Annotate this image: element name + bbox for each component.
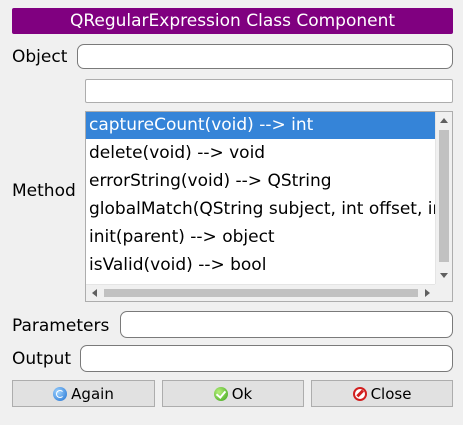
method-list-item[interactable]: errorString(void) --> QString bbox=[86, 167, 436, 195]
no-entry-icon bbox=[352, 386, 367, 401]
method-list-item[interactable]: init(parent) --> object bbox=[86, 223, 436, 251]
parameters-input[interactable] bbox=[120, 311, 453, 338]
check-icon bbox=[213, 386, 228, 401]
scroll-down-arrow-icon[interactable] bbox=[440, 273, 448, 278]
method-list-item[interactable]: delete(void) --> void bbox=[86, 139, 436, 167]
scroll-left-arrow-icon[interactable] bbox=[92, 289, 97, 297]
again-button[interactable]: Again bbox=[12, 380, 155, 407]
vertical-scrollbar[interactable] bbox=[435, 112, 452, 284]
close-button[interactable]: Close bbox=[311, 380, 453, 407]
vertical-scroll-thumb[interactable] bbox=[439, 130, 449, 262]
object-label: Object bbox=[12, 47, 68, 67]
horizontal-scroll-thumb[interactable] bbox=[104, 289, 418, 297]
again-button-label: Again bbox=[71, 384, 114, 403]
object-input[interactable] bbox=[77, 44, 453, 69]
scroll-right-arrow-icon[interactable] bbox=[425, 289, 430, 297]
method-filter-input[interactable] bbox=[85, 79, 453, 103]
scroll-up-arrow-icon[interactable] bbox=[440, 118, 448, 123]
method-list[interactable]: captureCount(void) --> int delete(void) … bbox=[85, 111, 453, 302]
close-button-label: Close bbox=[370, 384, 412, 403]
method-list-item[interactable]: globalMatch(QString subject, int offset,… bbox=[86, 195, 436, 223]
ok-button[interactable]: Ok bbox=[162, 380, 304, 407]
output-label: Output bbox=[12, 349, 72, 369]
method-list-item[interactable]: isValid(void) --> bool bbox=[86, 251, 436, 279]
method-list-item[interactable]: captureCount(void) --> int bbox=[86, 112, 436, 139]
scrollbar-corner bbox=[435, 284, 452, 301]
method-label: Method bbox=[12, 181, 76, 201]
horizontal-scrollbar[interactable] bbox=[86, 284, 436, 301]
ok-button-label: Ok bbox=[231, 384, 253, 403]
parameters-label: Parameters bbox=[12, 316, 110, 336]
refresh-icon bbox=[53, 386, 68, 401]
window-title: QRegularExpression Class Component bbox=[12, 8, 453, 34]
output-field[interactable] bbox=[80, 345, 453, 372]
